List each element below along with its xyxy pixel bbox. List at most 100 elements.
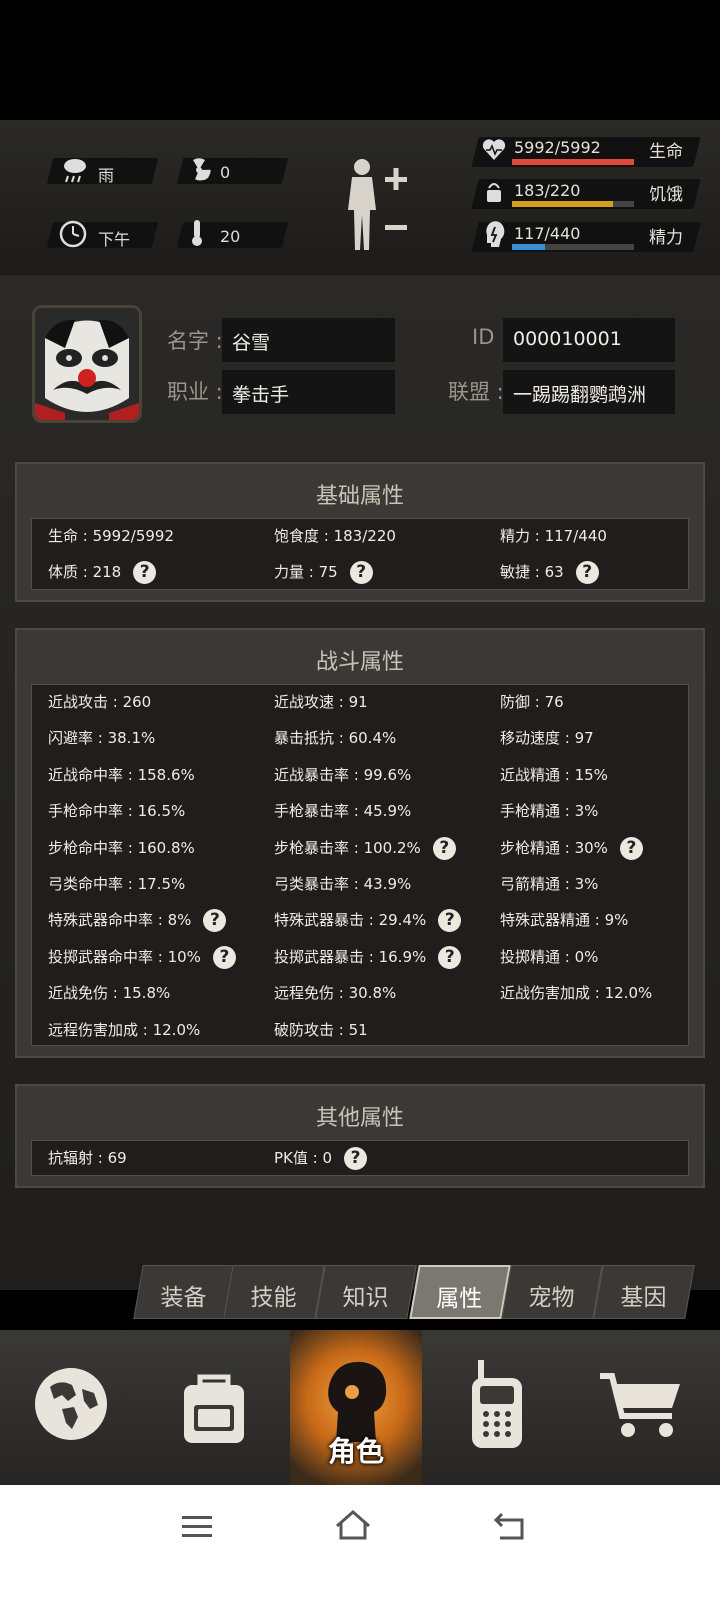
attribute-text: 破防攻击 : 51 [274, 1020, 368, 1039]
basic-attributes-title: 基础属性 [315, 484, 404, 509]
attribute-cell: 敏捷 : 63? [500, 561, 599, 585]
attribute-cell: 手枪精通 : 3% [500, 800, 598, 821]
attribute-text: 特殊武器精通 : 9% [500, 911, 629, 930]
help-icon[interactable]: ? [575, 561, 599, 585]
name-value: 谷雪 [222, 318, 395, 362]
hunger-bar [512, 201, 634, 207]
attribute-cell: PK值 : 0? [274, 1147, 368, 1170]
basic-attributes-grid: 生命 : 5992/5992 饱食度 : 183/220 精力 : 117/440 体… [31, 518, 689, 590]
attribute-cell: 近战暴击率 : 99.6% [274, 764, 411, 785]
tab-pets[interactable]: 宠物 [501, 1265, 603, 1319]
attribute-cell: 步枪暴击率 : 100.2%? [274, 836, 456, 860]
attribute-cell: 弓类命中率 : 17.5% [48, 873, 185, 894]
attribute-text: 投掷精通 : 0% [500, 947, 599, 966]
attribute-cell: 手枪暴击率 : 45.9% [274, 800, 411, 821]
help-icon[interactable]: ? [438, 945, 462, 969]
avatar[interactable] [32, 305, 142, 423]
body-figure-icon[interactable] [340, 155, 415, 259]
health-text: 5992/5992 [514, 138, 601, 157]
help-icon[interactable]: ? [438, 909, 462, 933]
basic-attributes-section: 基础属性 生命 : 5992/5992 饱食度 : 183/220 精力 : 117… [15, 462, 705, 602]
combat-attributes-title: 战斗属性 [315, 650, 404, 675]
help-icon[interactable]: ? [203, 909, 227, 933]
attribute-cell: 暴击抵抗 : 60.4% [274, 727, 396, 748]
attribute-text: 手枪命中率 : 16.5% [48, 802, 186, 821]
nav-radio-button[interactable] [432, 1330, 576, 1485]
attribute-text: 投掷武器命中率 : 10% [48, 947, 201, 966]
tab-attributes[interactable]: 属性 [409, 1265, 511, 1319]
home-icon[interactable] [333, 1508, 373, 1548]
hunger-bar-fill [512, 201, 614, 207]
energy-text: 117/440 [514, 224, 581, 243]
tab-equipment[interactable]: 装备 [133, 1265, 235, 1319]
attribute-text: 特殊武器暴击 : 29.4% [274, 911, 427, 930]
attribute-cell: 近战命中率 : 158.6% [48, 764, 195, 785]
tab-knowledge[interactable]: 知识 [315, 1265, 417, 1319]
nav-character-label: 角色 [327, 1435, 384, 1468]
attribute-cell: 破防攻击 : 51 [274, 1019, 368, 1040]
radiation-icon [186, 157, 212, 187]
nav-world-button[interactable] [0, 1330, 144, 1485]
help-icon[interactable]: ? [349, 561, 373, 585]
attribute-text: 投掷武器暴击 : 16.9% [274, 947, 427, 966]
name-label: 名字 : [167, 329, 223, 353]
food-icon [483, 178, 505, 208]
menu-icon[interactable] [180, 1512, 214, 1546]
attribute-text: 精力 : 117/440 [500, 527, 607, 545]
attribute-text: 暴击抵抗 : 60.4% [274, 729, 397, 748]
attribute-text: 远程免伤 : 30.8% [274, 984, 397, 1003]
time-text: 下午 [98, 230, 131, 249]
nav-shop-button[interactable] [576, 1330, 720, 1485]
hunger-label: 饥饿 [649, 185, 683, 205]
nav-backpack-button[interactable] [144, 1330, 288, 1485]
attribute-cell: 远程免伤 : 30.8% [274, 982, 396, 1003]
attribute-cell: 投掷精通 : 0% [500, 946, 598, 967]
attribute-cell: 防御 : 76 [500, 691, 564, 712]
attribute-cell: 移动速度 : 97 [500, 727, 594, 748]
health-bar [512, 159, 634, 165]
job-value: 拳击手 [222, 370, 395, 414]
hunger-text: 183/220 [514, 181, 581, 200]
combat-attributes-grid: 近战攻击 : 260 近战攻速 : 91 防御 : 76 闪避率 : 38.1% 暴击抵… [31, 684, 689, 1046]
weather-text: 雨 [98, 166, 115, 185]
attribute-text: PK值 : 0 [274, 1149, 333, 1167]
attribute-cell: 投掷武器命中率 : 10%? [48, 945, 236, 969]
attribute-text: 步枪命中率 : 160.8% [48, 838, 195, 857]
help-icon[interactable]: ? [432, 836, 456, 860]
job-label: 职业 : [167, 380, 223, 404]
attribute-cell: 生命 : 5992/5992 [48, 525, 174, 546]
attribute-text: 手枪暴击率 : 45.9% [274, 802, 412, 821]
help-icon[interactable]: ? [619, 836, 643, 860]
radiation-value: 0 [220, 163, 231, 182]
back-icon[interactable] [492, 1510, 528, 1546]
help-icon[interactable]: ? [133, 561, 157, 585]
attribute-text: 近战攻击 : 260 [48, 693, 152, 711]
attribute-text: 远程伤害加成 : 12.0% [48, 1020, 201, 1039]
attribute-cell: 步枪精通 : 30%? [500, 836, 643, 860]
attribute-text: 力量 : 75 [274, 563, 338, 582]
attribute-cell: 体质 : 218? [48, 561, 157, 585]
attribute-cell: 步枪命中率 : 160.8% [48, 837, 195, 858]
attribute-cell: 抗辐射 : 69 [48, 1147, 127, 1168]
globe-icon [35, 1368, 107, 1440]
attribute-cell: 精力 : 117/440 [500, 525, 607, 546]
attribute-cell: 近战免伤 : 15.8% [48, 982, 170, 1003]
attribute-cell: 特殊武器命中率 : 8%? [48, 909, 227, 933]
attribute-text: 步枪暴击率 : 100.2% [274, 838, 421, 857]
attribute-text: 近战攻速 : 91 [274, 693, 368, 711]
attribute-cell: 远程伤害加成 : 12.0% [48, 1019, 200, 1040]
temperature-value: 20 [220, 227, 241, 246]
attribute-cell: 近战精通 : 15% [500, 764, 608, 785]
attribute-text: 近战精通 : 15% [500, 765, 608, 784]
tab-genes[interactable]: 基因 [593, 1265, 695, 1319]
help-icon[interactable]: ? [344, 1147, 368, 1170]
tab-skills[interactable]: 技能 [223, 1265, 325, 1319]
help-icon[interactable]: ? [212, 945, 236, 969]
attribute-text: 移动速度 : 97 [500, 729, 594, 748]
attribute-text: 抗辐射 : 69 [48, 1149, 127, 1167]
attribute-text: 弓类暴击率 : 43.9% [274, 875, 412, 893]
attribute-text: 敏捷 : 63 [500, 563, 564, 582]
nav-character-button[interactable]: 角色 [290, 1330, 422, 1485]
attribute-cell: 特殊武器精通 : 9% [500, 909, 628, 930]
alliance-value: 一踢踢翻鹦鹉洲 [503, 370, 675, 414]
